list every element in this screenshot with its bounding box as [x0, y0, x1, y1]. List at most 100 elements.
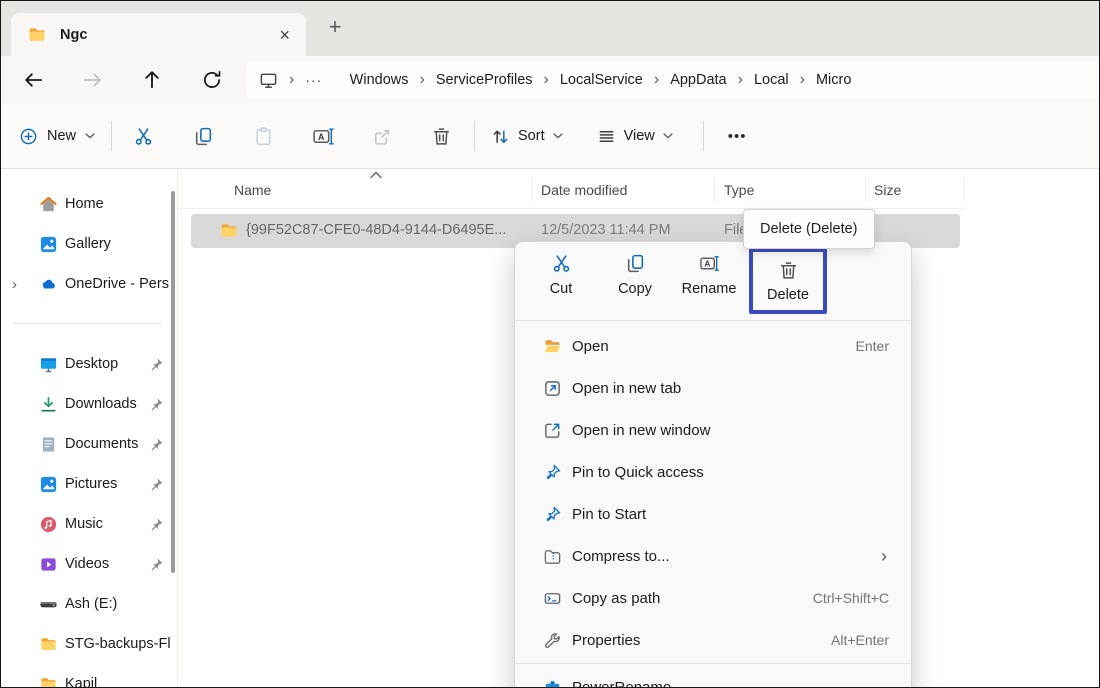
pin-icon [546, 464, 561, 479]
menu-item-shortcut: Enter [855, 338, 889, 354]
sidebar-item-downloads[interactable]: Downloads [1, 384, 177, 424]
compress-zip-icon [544, 549, 561, 564]
desktop-icon [40, 357, 57, 372]
this-pc-icon [260, 73, 277, 88]
breadcrumb-segment[interactable]: Micro [816, 72, 851, 88]
column-divider[interactable] [532, 177, 533, 201]
sidebar-item-music[interactable]: Music [1, 504, 177, 544]
chevron-right-icon: › [737, 71, 743, 88]
trash-icon [433, 127, 449, 145]
sort-label: Sort [518, 128, 545, 144]
copy-button[interactable] [183, 116, 223, 156]
delete-button[interactable] [421, 116, 461, 156]
menu-item-copy-as-path[interactable]: Copy as path Ctrl+Shift+C [515, 577, 911, 619]
menu-item-compress-to[interactable]: Compress to... › [515, 535, 911, 577]
sidebar-item-videos[interactable]: Videos [1, 544, 177, 584]
folder-icon [221, 224, 237, 237]
see-more-button[interactable]: ••• [728, 128, 747, 145]
menu-item-label: Compress to... [572, 547, 670, 565]
menu-item-label: Open [572, 337, 609, 355]
tab-close-icon[interactable]: × [279, 26, 290, 44]
command-label: Delete [767, 286, 809, 303]
menu-item-properties[interactable]: Properties Alt+Enter [515, 619, 911, 661]
breadcrumb-segment[interactable]: Windows [350, 72, 409, 88]
trash-icon [780, 261, 796, 279]
sidebar-item-onedrive[interactable]: › OneDrive - Pers [1, 264, 177, 304]
view-label: View [623, 128, 655, 144]
file-date-modified: 12/5/2023 11:44 PM [541, 222, 671, 238]
chevron-right-icon: › [419, 71, 425, 88]
tab-ngc[interactable]: Ngc × [11, 13, 306, 56]
column-header-type[interactable]: Type [724, 182, 754, 198]
sort-button[interactable]: Sort [491, 127, 563, 146]
refresh-icon[interactable] [201, 69, 223, 91]
sidebar-item-desktop[interactable]: Desktop [1, 344, 177, 384]
new-button[interactable]: New [19, 127, 95, 146]
new-tab-button[interactable]: + [321, 14, 349, 40]
svg-text:A: A [317, 131, 324, 141]
column-header-size[interactable]: Size [874, 182, 901, 198]
up-icon[interactable] [141, 69, 163, 91]
rename-button[interactable]: A [303, 116, 343, 156]
chevron-right-icon: › [289, 71, 295, 88]
command-bar: New A Sort View ••• [1, 104, 1099, 169]
sidebar-scrollbar[interactable] [171, 191, 175, 573]
menu-item-open-new-tab[interactable]: Open in new tab [515, 367, 911, 409]
rename-icon: A [312, 127, 334, 145]
back-icon[interactable] [23, 69, 45, 91]
breadcrumb-segment[interactable]: AppData [670, 72, 726, 88]
cut-button[interactable] [123, 116, 163, 156]
toolbar-divider [111, 121, 113, 151]
chevron-right-icon: › [543, 71, 549, 88]
column-divider[interactable] [865, 177, 866, 201]
menu-item-pin-quick-access[interactable]: Pin to Quick access [515, 451, 911, 493]
breadcrumb[interactable]: › ··· › Windows › ServiceProfiles › Loca… [246, 61, 1099, 99]
chevron-right-icon[interactable]: › [12, 276, 17, 293]
context-menu-command-row: Cut Copy A Rename Delete [515, 242, 911, 321]
breadcrumb-segment[interactable]: ServiceProfiles [436, 72, 533, 88]
folder-icon [41, 677, 56, 687]
menu-item-shortcut: Ctrl+Shift+C [812, 590, 889, 606]
menu-item-label: Copy as path [572, 589, 661, 607]
sidebar-item-ash-drive[interactable]: Ash (E:) [1, 584, 177, 624]
rename-icon: A [699, 256, 719, 271]
sidebar-item-kapil[interactable]: Kapil [1, 664, 177, 688]
context-cut-button[interactable]: Cut [529, 253, 593, 297]
toolbar-divider [702, 121, 704, 151]
folder-icon [29, 27, 45, 41]
column-header-name[interactable]: Name [234, 182, 271, 198]
menu-item-open-new-window[interactable]: Open in new window [515, 409, 911, 451]
paste-icon [255, 126, 271, 145]
open-new-window-icon [545, 423, 560, 438]
open-folder-icon [544, 339, 561, 352]
share-button [362, 116, 402, 156]
column-header-date[interactable]: Date modified [541, 182, 627, 198]
sidebar-item-gallery[interactable]: Gallery [1, 224, 177, 264]
music-icon [40, 516, 57, 532]
circle-plus-icon [20, 128, 37, 144]
command-label: Rename [681, 281, 737, 297]
delete-highlight-box[interactable]: Delete [749, 248, 827, 314]
sidebar-item-stg-backups[interactable]: STG-backups-Fl [1, 624, 177, 664]
context-rename-button[interactable]: A Rename [673, 253, 745, 297]
sidebar-item-pictures[interactable]: Pictures [1, 464, 177, 504]
column-divider[interactable] [714, 177, 715, 201]
forward-icon [83, 73, 101, 87]
breadcrumb-segment[interactable]: Local [754, 72, 789, 88]
view-button[interactable]: View [597, 127, 673, 146]
breadcrumb-overflow[interactable]: ··· [305, 72, 322, 88]
breadcrumb-segment[interactable]: LocalService [560, 72, 643, 88]
sidebar-item-label: Pictures [65, 476, 118, 492]
context-copy-button[interactable]: Copy [603, 253, 667, 297]
toolbar-divider [474, 121, 476, 151]
tab-title: Ngc [60, 26, 88, 43]
sidebar-item-label: Documents [65, 436, 139, 452]
sidebar-item-label: Kapil [65, 676, 98, 688]
share-icon [374, 129, 389, 145]
sidebar-item-documents[interactable]: Documents [1, 424, 177, 464]
column-divider[interactable] [964, 177, 965, 201]
sidebar-item-home[interactable]: Home [1, 184, 177, 224]
menu-item-open[interactable]: Open Enter [515, 325, 911, 367]
menu-item-powerrename[interactable]: PowerRename [515, 666, 911, 687]
menu-item-pin-to-start[interactable]: Pin to Start [515, 493, 911, 535]
